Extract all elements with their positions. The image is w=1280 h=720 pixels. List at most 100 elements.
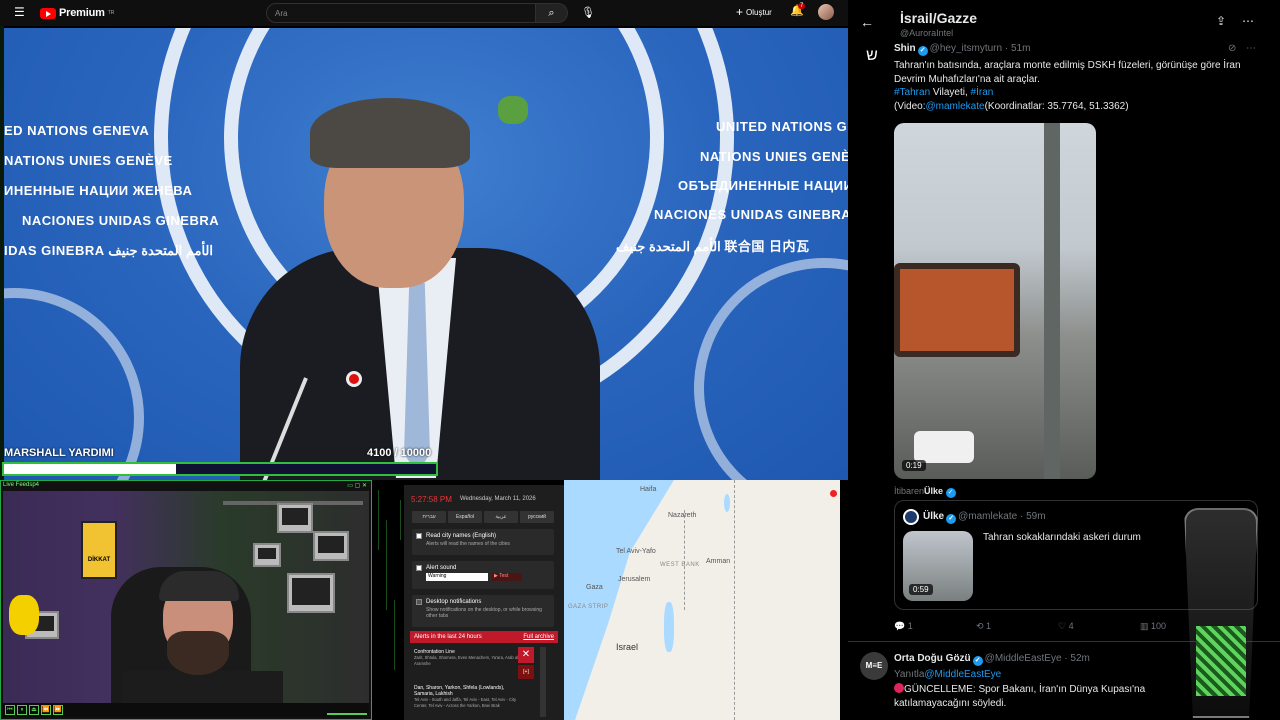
twitter-panel: ← İsrail/Gazze @AuroraIntel ⇪ ⋯ ש Shin ✓ @… <box>848 0 1280 720</box>
dead-sea <box>664 602 674 652</box>
lang-tab-arabic[interactable]: عربية <box>484 511 518 523</box>
checkbox-icon[interactable] <box>416 565 422 571</box>
backdrop-text: الأمم المتحدة جنيف 联合国 日内瓦 <box>616 239 810 254</box>
tweet-text-part: Tahran'ın batısında, araçlara monte edil… <box>894 60 1241 85</box>
sound-select[interactable]: Warning <box>426 573 488 581</box>
list-handle[interactable]: @AuroraIntel <box>900 28 953 38</box>
window-buttons[interactable]: ▭ ▢ ✕ <box>347 482 367 489</box>
alert-marker-icon: [+] <box>518 665 534 679</box>
alert-item[interactable]: Confrontation Line Zarit, Shtula, Shomer… <box>414 649 522 667</box>
volume-slider[interactable] <box>327 705 367 715</box>
prev-icon[interactable]: ⏮ <box>5 705 15 715</box>
crt-tv <box>277 503 313 533</box>
streamer-beard <box>167 631 229 675</box>
stop-icon[interactable]: ⏏ <box>29 705 39 715</box>
mention-link[interactable]: @MiddleEastEye <box>924 669 1001 680</box>
glass-contents <box>1196 626 1246 696</box>
video-duration: 0:59 <box>909 584 933 595</box>
backdrop-text: NATIONS UNIES GENÈ <box>700 149 848 164</box>
crt-tv <box>313 531 349 561</box>
tweet-text-part: (Video: <box>894 100 926 112</box>
quote-video-thumbnail[interactable]: 0:59 <box>903 531 973 601</box>
tweet-text-part: GÜNCELLEME: Spor Bakanı, İran'ın Dünya K… <box>894 684 1146 709</box>
like-button[interactable]: ♡ 4 <box>1058 621 1140 632</box>
border-line <box>684 510 685 610</box>
desktop-notifications-option[interactable]: Desktop notifications Show notifications… <box>412 595 554 627</box>
more-icon[interactable]: ⋯ <box>1242 14 1254 28</box>
checkbox-icon[interactable] <box>416 533 422 539</box>
hamburger-icon[interactable]: ☰ <box>14 5 28 19</box>
avatar[interactable] <box>818 4 834 20</box>
read-city-option[interactable]: Read city names (English) Alerts will re… <box>412 529 554 555</box>
brand-super: TR <box>107 10 115 16</box>
webcam-window[interactable]: Live Feedsp4 ▭ ▢ ✕ DİKKAT ⏮ ⏸ ⏏ ⏪ ⏩ <box>0 480 372 720</box>
youtube-play-icon <box>40 7 56 19</box>
mediterranean-sea <box>564 480 674 720</box>
backdrop-text: NACIONES UNIDAS GINEBRA <box>22 213 220 228</box>
grok-icon[interactable]: ⊘ <box>1228 43 1236 54</box>
option-title: Alert sound <box>426 565 457 571</box>
search-input[interactable]: Ara <box>266 3 536 23</box>
un-emblem-ring <box>694 258 848 480</box>
mic-icon[interactable]: 🎙 <box>578 3 598 23</box>
webcam-controls: ⏮ ⏸ ⏏ ⏪ ⏩ <box>3 703 369 717</box>
mention-link[interactable]: @mamlekate <box>926 101 985 112</box>
reply-prefix: Yanıtla <box>894 669 925 680</box>
alert-item[interactable]: Dan, Sharon, Yarkon, Shfela (Lowlands), … <box>414 685 522 709</box>
pole <box>1044 123 1060 479</box>
more-icon[interactable]: ⋯ <box>1246 43 1256 54</box>
like-count: 4 <box>1068 621 1074 631</box>
retweet-button[interactable]: ⟲ 1 <box>976 621 1058 632</box>
tweet-video[interactable]: 0:19 <box>894 123 1096 479</box>
goal-label: MARSHALL YARDIMI <box>4 447 114 459</box>
tweet-author[interactable]: Shin ✓ @hey_itsmyturn · 51m <box>894 43 1030 56</box>
video-player[interactable]: ED NATIONS GENEVA NATIONS UNIES GENÈVE И… <box>4 28 848 480</box>
map-label: Jerusalem <box>618 576 651 583</box>
map-label: Nazareth <box>668 512 697 519</box>
rewind-icon[interactable]: ⏪ <box>41 705 51 715</box>
alert-dot[interactable] <box>830 490 837 497</box>
alert-date: Wednesday, March 11, 2026 <box>460 496 536 502</box>
goal-progress-fill <box>4 464 176 474</box>
forward-icon[interactable]: ⏩ <box>53 705 63 715</box>
red-circle-icon <box>894 683 904 693</box>
list-title: İsrail/Gazze <box>900 10 978 26</box>
language-tabs: עברית Español عربية русский <box>412 511 554 523</box>
tweet-text-part: Vilayeti, <box>930 87 971 98</box>
avatar[interactable]: ש <box>858 42 886 70</box>
create-button[interactable]: + Oluştur <box>736 5 772 19</box>
full-archive-link[interactable]: Full archive <box>523 634 554 640</box>
option-desc: Alerts will read the names of the cities <box>426 541 510 547</box>
alerts-header: Alerts in the last 24 hours Full archive <box>410 631 558 643</box>
youtube-logo[interactable]: Premium TR <box>40 5 114 21</box>
border-line <box>734 480 735 720</box>
tweet-author[interactable]: Orta Doğu Gözü ✓ @MiddleEastEye · 52m <box>894 653 1090 666</box>
alert-sound-option[interactable]: Alert sound Warning ▶ Test <box>412 561 554 589</box>
bell-icon[interactable]: 🔔 7 <box>790 3 806 20</box>
alerts-header-title: Alerts in the last 24 hours <box>414 634 482 640</box>
back-arrow-icon[interactable]: ← <box>860 14 874 30</box>
test-button[interactable]: ▶ Test <box>492 573 522 581</box>
scrollbar[interactable] <box>540 647 546 717</box>
verified-icon: ✓ <box>917 46 928 56</box>
pause-icon[interactable]: ⏸ <box>17 705 27 715</box>
lang-tab-russian[interactable]: русский <box>520 511 554 523</box>
hashtag-link[interactable]: #Tahran <box>894 87 930 98</box>
close-icon[interactable]: ✕ <box>518 647 534 663</box>
reply-button[interactable]: 💬 1 <box>894 621 976 632</box>
lang-tab-hebrew[interactable]: עברית <box>412 511 446 523</box>
lang-tab-spanish[interactable]: Español <box>448 511 482 523</box>
alert-item-cities: Zarit, Shtula, Shomera, Even Menachem, Y… <box>414 655 520 666</box>
avatar[interactable]: M≡E <box>860 652 888 680</box>
search-icon[interactable]: ⌕ <box>536 3 568 23</box>
from-attribution[interactable]: İtibarenÜlke ✓ <box>894 485 956 499</box>
backdrop-text: ИНЕННЫЕ НАЦИИ ЖЕНЕВА <box>4 183 193 198</box>
crt-tv <box>287 573 335 613</box>
share-icon[interactable]: ⇪ <box>1216 14 1226 28</box>
map-view[interactable]: Haifa Nazareth Tel Aviv-Yafo WEST BANK A… <box>564 480 840 720</box>
view-count: 100 <box>1151 621 1167 631</box>
reply-context: Yanıtla@MiddleEastEye <box>894 668 1001 682</box>
author-handle-time: @hey_itsmyturn · 51m <box>929 43 1031 54</box>
hashtag-link[interactable]: #İran <box>971 87 994 98</box>
checkbox-icon[interactable] <box>416 599 422 605</box>
